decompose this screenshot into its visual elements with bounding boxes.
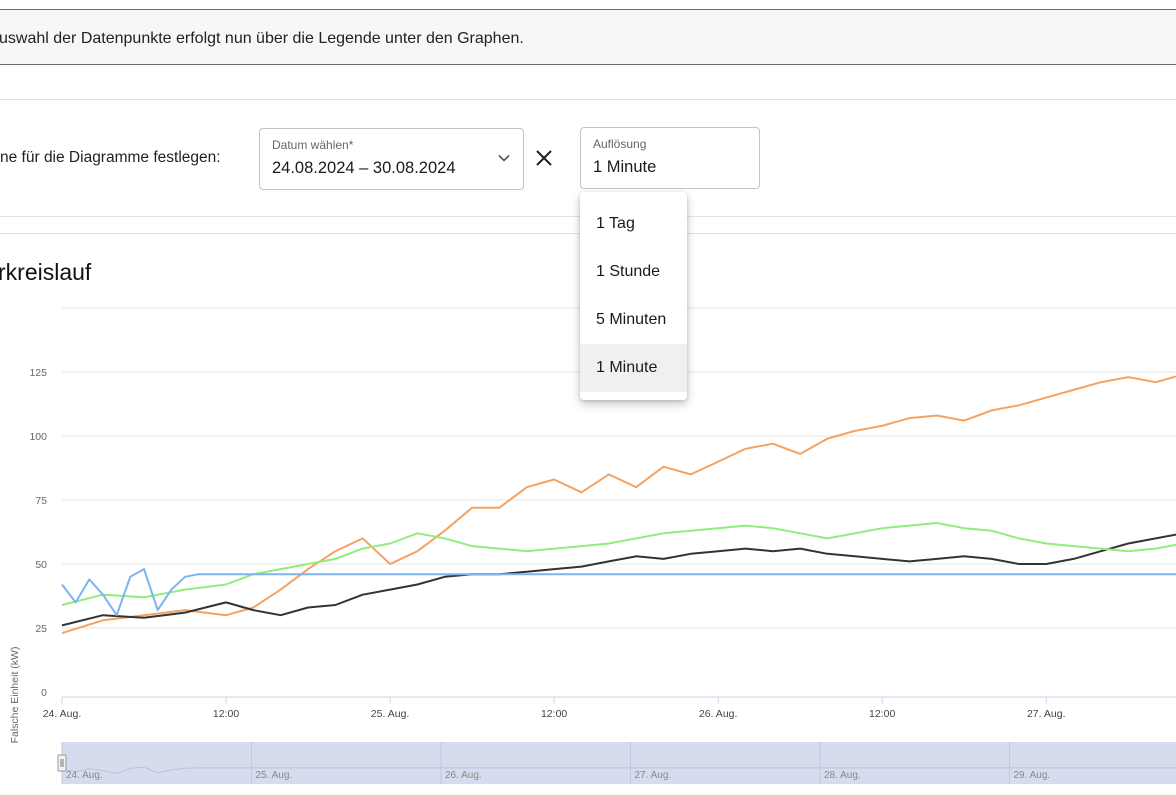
y-tick-label: 0 [41, 687, 47, 699]
series-line-1[interactable] [61, 474, 1176, 627]
resolution-value: 1 Minute [593, 158, 657, 176]
option-label: 5 Minuten [596, 311, 667, 328]
y-tick-label: 25 [35, 623, 47, 635]
y-axis-label: Falsche Einheit (kW) [9, 647, 21, 744]
date-range-value: 24.08.2024 – 30.08.2024 [272, 159, 456, 177]
close-icon[interactable] [534, 148, 554, 168]
y-tick-label: 100 [29, 431, 47, 443]
x-tick-label: 12:00 [541, 708, 567, 720]
option-label: 1 Tag [596, 215, 635, 232]
resolution-dropdown-menu: 1 Tag 1 Stunde 5 Minuten 1 Minute [580, 192, 687, 400]
option-1-tag[interactable]: 1 Tag [580, 200, 687, 248]
date-range-picker[interactable]: Datum wählen* 24.08.2024 – 30.08.2024 [259, 128, 524, 190]
x-tick-label: 12:00 [213, 708, 239, 720]
divider [0, 99, 1176, 100]
option-1-stunde[interactable]: 1 Stunde [580, 248, 687, 296]
option-1-minute[interactable]: 1 Minute [580, 344, 687, 392]
navigator-label: 26. Aug. [445, 770, 482, 781]
x-tick-label: 12:00 [869, 708, 895, 720]
navigator-label: 28. Aug. [824, 770, 861, 781]
x-tick-label: 27. Aug. [1027, 708, 1066, 720]
chart-title: rkreislauf [0, 259, 92, 285]
navigator-label: 27. Aug. [635, 770, 672, 781]
x-tick-label: 26. Aug. [699, 708, 738, 720]
x-tick-label: 25. Aug. [371, 708, 410, 720]
drag-handle-icon[interactable] [57, 754, 67, 772]
resolution-select[interactable]: Auflösung 1 Minute [580, 127, 760, 189]
info-notice-text: uswahl der Datenpunkte erfolgt nun über … [0, 30, 524, 47]
date-range-label: Datum wählen* [272, 138, 354, 152]
timerange-label: ne für die Diagramme festlegen: [0, 149, 221, 166]
navigator-label: 25. Aug. [256, 770, 293, 781]
resolution-label: Auflösung [593, 137, 647, 151]
navigator-label: 24. Aug. [66, 770, 103, 781]
x-tick-label: 24. Aug. [43, 708, 82, 720]
option-label: 1 Minute [596, 359, 658, 376]
y-tick-label: 50 [35, 559, 47, 571]
chevron-down-icon[interactable] [497, 151, 511, 165]
y-tick-label: 125 [29, 367, 47, 379]
option-label: 1 Stunde [596, 263, 661, 280]
navigator-mask[interactable] [62, 742, 1176, 784]
y-tick-label: 75 [35, 495, 47, 507]
navigator-label: 29. Aug. [1014, 770, 1051, 781]
info-notice: uswahl der Datenpunkte erfolgt nun über … [0, 9, 1176, 65]
option-5-minuten[interactable]: 5 Minuten [580, 296, 687, 344]
